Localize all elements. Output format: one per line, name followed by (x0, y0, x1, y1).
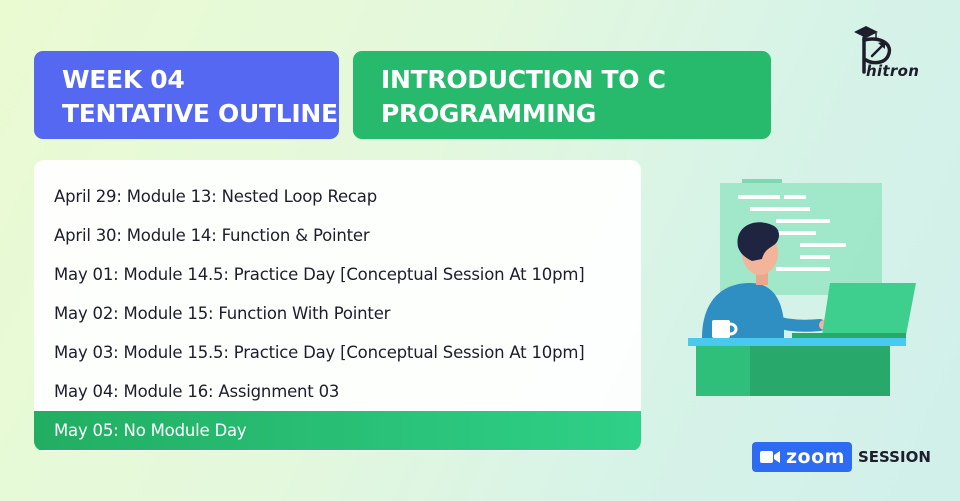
video-camera-icon (760, 451, 780, 463)
outline-list: April 29: Module 13: Nested Loop Recap A… (34, 160, 641, 451)
brand-wordmark: hitron (866, 62, 920, 80)
session-label: SESSION (858, 448, 931, 466)
week-outline-box: WEEK 04 TENTATIVE OUTLINE (34, 51, 339, 139)
list-item: May 04: Module 16: Assignment 03 (54, 382, 340, 401)
list-item: April 29: Module 13: Nested Loop Recap (54, 187, 377, 206)
course-title-line2: PROGRAMMING (381, 99, 597, 128)
list-item: May 03: Module 15.5: Practice Day [Conce… (54, 343, 585, 362)
course-title-box: INTRODUCTION TO C PROGRAMMING (353, 51, 771, 139)
outline-label: TENTATIVE OUTLINE (62, 99, 338, 128)
person-at-laptop-illustration (688, 179, 916, 396)
list-item: May 02: Module 15: Function With Pointer (54, 304, 391, 323)
list-item: April 30: Module 14: Function & Pointer (54, 226, 370, 245)
list-item: May 01: Module 14.5: Practice Day [Conce… (54, 265, 585, 284)
week-label: WEEK 04 (62, 65, 185, 94)
course-title-line1: INTRODUCTION TO C (381, 65, 666, 94)
zoom-label: zoom (786, 446, 845, 468)
list-item-highlighted: May 05: No Module Day (34, 411, 641, 450)
zoom-badge: zoom (752, 442, 852, 472)
